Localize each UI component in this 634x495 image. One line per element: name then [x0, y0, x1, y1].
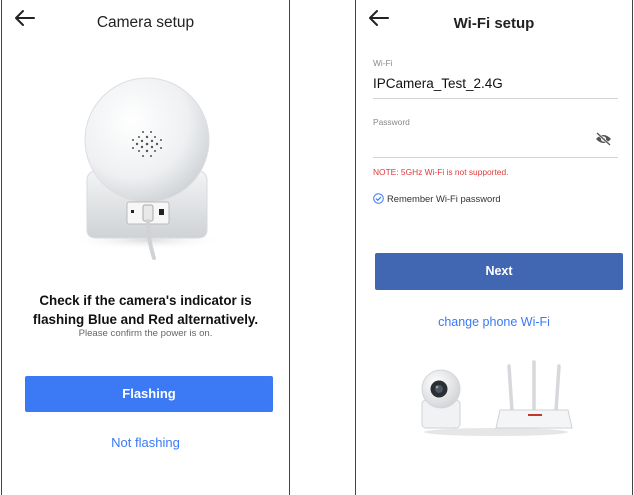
wifi-divider — [373, 98, 618, 99]
power-hint: Please confirm the power is on. — [78, 328, 213, 339]
wifi-note: NOTE: 5GHz Wi-Fi is not supported. — [373, 167, 509, 177]
next-button[interactable]: Next — [375, 253, 623, 290]
flashing-button[interactable]: Flashing — [25, 376, 273, 412]
remember-password-label: Remember Wi-Fi password — [387, 193, 501, 204]
remember-password-checkbox[interactable]: Remember Wi-Fi password — [373, 193, 501, 204]
wifi-setup-screen: Wi-Fi setup Wi-Fi IPCamera_Test_2.4G Pas… — [355, 0, 633, 495]
wifi-label: Wi-Fi — [373, 58, 393, 68]
camera-setup-screen: Camera setup Check if the camera's indic… — [1, 0, 290, 495]
camera-illustration — [67, 77, 227, 260]
password-label: Password — [373, 117, 410, 127]
page-title: Wi-Fi setup — [453, 15, 535, 32]
not-flashing-link[interactable]: Not flashing — [2, 435, 289, 450]
check-circle-icon — [373, 193, 384, 204]
indicator-instruction: Check if the camera's indicator is flash… — [32, 293, 259, 327]
wifi-ssid-value[interactable]: IPCamera_Test_2.4G — [373, 76, 503, 91]
camera-and-router-illustration — [421, 360, 573, 436]
change-phone-wifi-link[interactable]: change phone Wi-Fi — [356, 315, 632, 329]
eye-off-icon[interactable] — [595, 132, 612, 146]
page-title: Camera setup — [96, 14, 195, 31]
password-divider — [373, 157, 618, 158]
password-input[interactable] — [373, 130, 583, 152]
